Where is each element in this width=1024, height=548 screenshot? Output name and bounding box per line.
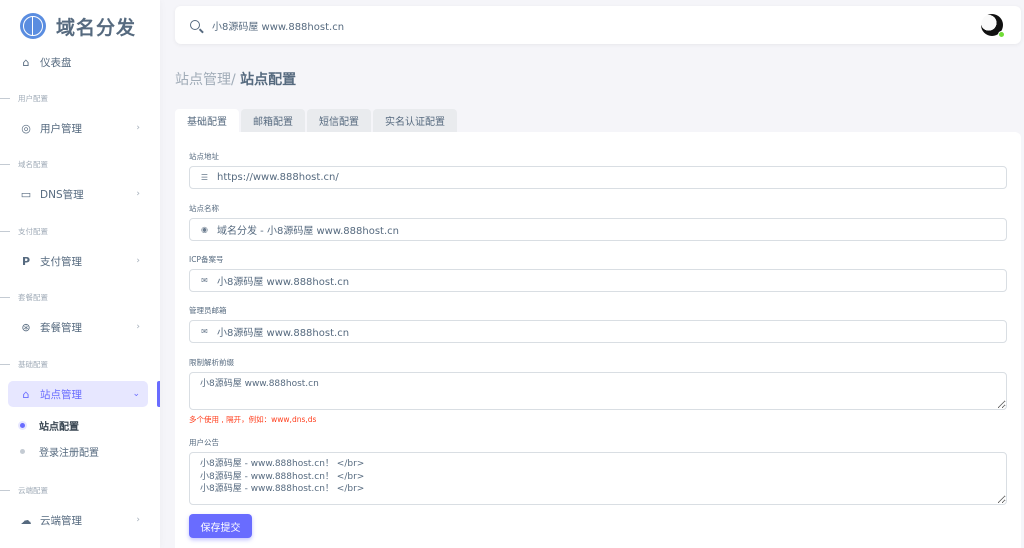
cloud-upload-icon: ☁ xyxy=(20,513,32,527)
sidebar-item-payment[interactable]: P 支付管理 › xyxy=(8,248,148,274)
brand-name: 域名分发 xyxy=(56,16,137,39)
menu-header-basic: 基础配置 xyxy=(0,359,48,370)
sidebar-subitem-site-config[interactable]: 站点配置 xyxy=(20,418,79,433)
envelope-icon: ✉ xyxy=(201,327,208,336)
home-icon: ⌂ xyxy=(22,55,30,69)
restrict-prefix-hint: 多个使用 , 隔开，例如：www,dns,ds xyxy=(189,415,317,424)
top-search-bar xyxy=(175,6,1021,44)
icp-label: ICP备案号 xyxy=(189,255,224,264)
sidebar-item-packages[interactable]: ⊛ 套餐管理 › xyxy=(8,314,148,340)
store-icon: ⌂ xyxy=(22,387,30,401)
chevron-right-icon: › xyxy=(136,123,140,133)
bullet-icon xyxy=(20,423,25,428)
menu-header-user: 用户配置 xyxy=(0,93,48,104)
sidebar-item-dashboard[interactable]: ⌂ 仪表盘 xyxy=(8,49,148,75)
server-icon: ☰ xyxy=(200,173,209,182)
chevron-right-icon: › xyxy=(136,189,140,199)
menu-header-domain: 域名配置 xyxy=(0,159,48,170)
icp-input[interactable] xyxy=(217,275,1006,286)
page-title: 站点配置 xyxy=(240,72,297,88)
online-status-icon xyxy=(998,31,1005,38)
admin-email-field[interactable]: ✉ xyxy=(189,320,1007,343)
chevron-right-icon: › xyxy=(136,515,140,525)
admin-email-label: 管理员邮箱 xyxy=(189,306,227,315)
sidebar-subitem-login-config[interactable]: 登录注册配置 xyxy=(20,444,99,459)
admin-email-input[interactable] xyxy=(217,326,1006,337)
sidebar-item-label: DNS管理 xyxy=(40,188,84,201)
sidebar-subitem-label: 站点配置 xyxy=(39,422,79,433)
sidebar-item-dns[interactable]: ▭ DNS管理 › xyxy=(8,181,148,207)
search-icon[interactable] xyxy=(190,20,200,30)
breadcrumb-parent[interactable]: 站点管理/ xyxy=(175,72,236,88)
package-icon: ⊛ xyxy=(21,320,31,334)
search-input[interactable] xyxy=(212,19,812,31)
brand[interactable]: 域名分发 xyxy=(0,0,160,52)
sidebar-item-label: 用户管理 xyxy=(40,122,82,135)
tab-basic[interactable]: 基础配置 xyxy=(175,109,239,132)
menu-header-payment: 支付配置 xyxy=(0,226,48,237)
sidebar-item-label: 支付管理 xyxy=(40,255,82,268)
site-name-field[interactable]: ◉ xyxy=(189,218,1007,241)
settings-card: 站点地址 ☰ 站点名称 ◉ ICP备案号 ✉ 管理员邮箱 ✉ 限制解析前缀 小8… xyxy=(175,132,1021,548)
envelope-icon: ✉ xyxy=(201,276,208,285)
tab-realname[interactable]: 实名认证配置 xyxy=(373,109,457,132)
breadcrumb: 站点管理/ 站点配置 xyxy=(175,69,296,89)
active-indicator xyxy=(157,381,160,407)
sidebar-subitem-label: 登录注册配置 xyxy=(39,448,99,459)
sidebar-item-users[interactable]: ◎ 用户管理 › xyxy=(8,115,148,141)
restrict-prefix-label: 限制解析前缀 xyxy=(189,358,234,367)
menu-header-package: 套餐配置 xyxy=(0,292,48,303)
sidebar-item-label: 仪表盘 xyxy=(40,56,72,69)
site-url-field[interactable]: ☰ xyxy=(189,166,1007,189)
bullet-icon xyxy=(20,449,25,454)
sidebar-item-cloud[interactable]: ☁ 云端管理 › xyxy=(8,507,148,533)
site-url-label: 站点地址 xyxy=(189,152,219,161)
site-name-label: 站点名称 xyxy=(189,204,219,213)
sidebar-item-label: 套餐管理 xyxy=(40,321,82,334)
sidebar-item-label: 云端管理 xyxy=(40,514,82,527)
notice-label: 用户公告 xyxy=(189,438,219,447)
menu-header-cloud: 云端配置 xyxy=(0,485,48,496)
user-circle-icon: ◎ xyxy=(21,121,31,135)
window-icon: ▭ xyxy=(20,187,32,201)
save-button[interactable]: 保存提交 xyxy=(189,514,252,538)
chevron-down-icon: ⌄ xyxy=(132,389,140,399)
chevron-right-icon: › xyxy=(136,256,140,266)
sidebar-item-site[interactable]: ⌂ 站点管理 ⌄ xyxy=(8,381,148,407)
site-url-input[interactable] xyxy=(217,172,1006,183)
tab-sms[interactable]: 短信配置 xyxy=(307,109,371,132)
tab-email[interactable]: 邮箱配置 xyxy=(241,109,305,132)
globe-logo-icon xyxy=(20,13,46,39)
notice-textarea[interactable]: 小8源码屋 - www.888host.cn！ </br> 小8源码屋 - ww… xyxy=(189,452,1007,505)
restrict-prefix-textarea[interactable]: 小8源码屋 www.888host.cn xyxy=(189,372,1007,410)
site-name-input[interactable] xyxy=(217,224,1006,235)
chevron-right-icon: › xyxy=(136,322,140,332)
paypal-icon: P xyxy=(21,254,31,268)
tab-bar: 基础配置 邮箱配置 短信配置 实名认证配置 xyxy=(175,109,459,132)
webcam-icon: ◉ xyxy=(201,225,208,234)
sidebar: 域名分发 ⌂ 仪表盘 用户配置 ◎ 用户管理 › 域名配置 ▭ DNS管理 › … xyxy=(0,0,160,548)
sidebar-item-label: 站点管理 xyxy=(40,388,82,401)
icp-field[interactable]: ✉ xyxy=(189,269,1007,292)
